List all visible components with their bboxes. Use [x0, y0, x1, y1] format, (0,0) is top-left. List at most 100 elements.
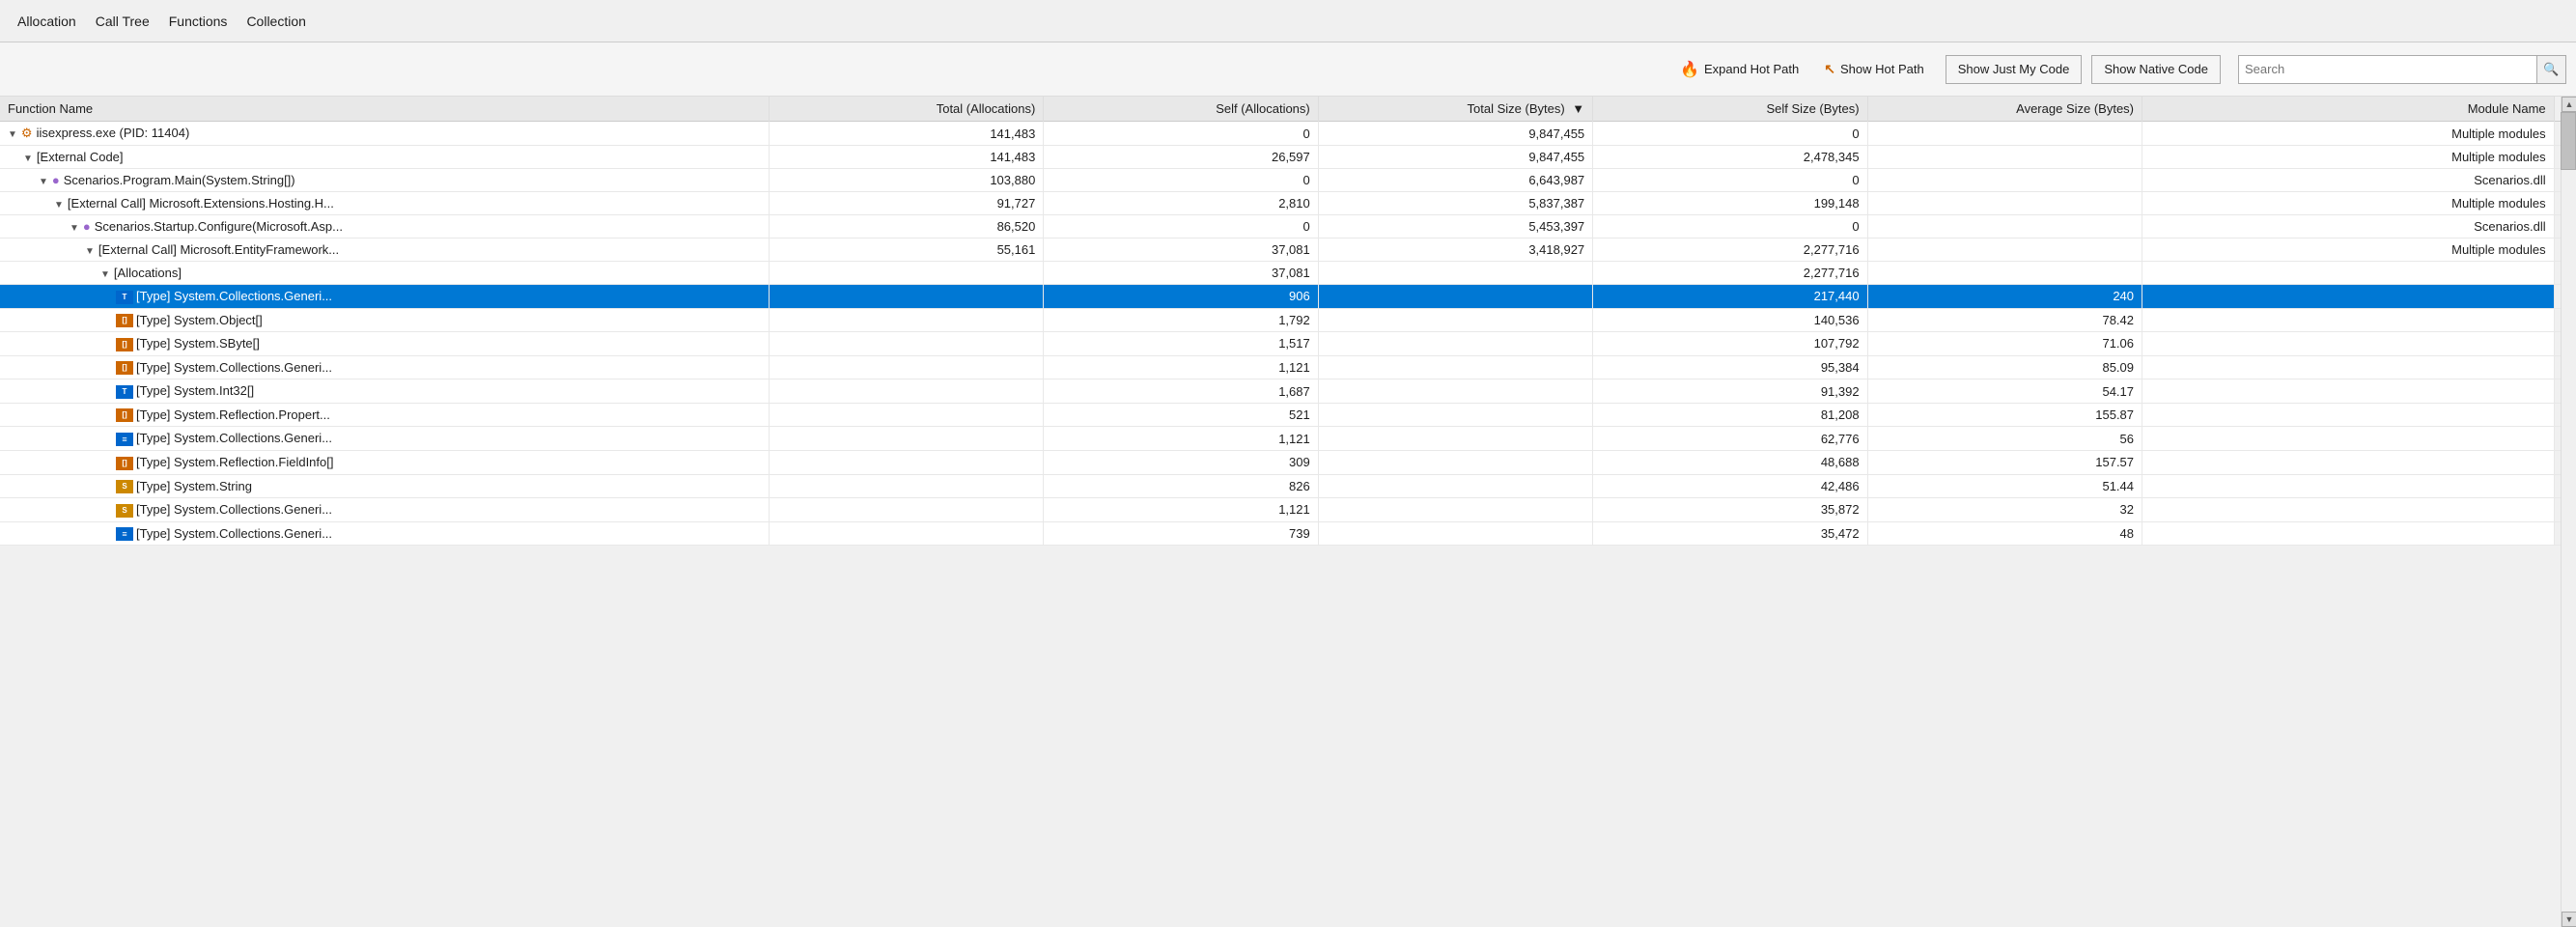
cell-total-size	[1318, 427, 1592, 451]
cell-self-alloc: 26,597	[1044, 146, 1318, 169]
fire-icon: 🔥	[1680, 60, 1699, 79]
cell-module	[2142, 450, 2555, 474]
cell-self-size: 2,277,716	[1593, 239, 1867, 262]
cell-function-name: ▼[External Call] Microsoft.EntityFramewo…	[0, 239, 769, 262]
table-row[interactable]: ▼[External Call] Microsoft.EntityFramewo…	[0, 239, 2576, 262]
cell-avg-size: 85.09	[1867, 355, 2142, 379]
cell-avg-size: 48	[1867, 521, 2142, 546]
table-row[interactable]: [][Type] System.Reflection.Propert... 52…	[0, 403, 2576, 427]
cell-total-size: 9,847,455	[1318, 122, 1592, 146]
nav-functions[interactable]: Functions	[159, 10, 238, 33]
table-row[interactable]: [][Type] System.Reflection.FieldInfo[] 3…	[0, 450, 2576, 474]
cell-total-size	[1318, 332, 1592, 356]
expand-hot-path-button[interactable]: 🔥 Expand Hot Path	[1676, 58, 1803, 81]
cell-self-alloc: 906	[1044, 285, 1318, 309]
cell-avg-size	[1867, 192, 2142, 215]
cell-self-alloc: 37,081	[1044, 239, 1318, 262]
cell-function-name: T[Type] System.Collections.Generi...	[0, 285, 769, 309]
vertical-scrollbar[interactable]: ▲ ▼	[2561, 97, 2576, 927]
cell-total-alloc	[769, 379, 1043, 404]
table-row[interactable]: T[Type] System.Collections.Generi... 906…	[0, 285, 2576, 309]
cell-total-alloc	[769, 262, 1043, 285]
cell-module: Multiple modules	[2142, 192, 2555, 215]
cell-module: Scenarios.dll	[2142, 169, 2555, 192]
table-row[interactable]: S[Type] System.String 826 42,486 51.44	[0, 474, 2576, 498]
toolbar: 🔥 Expand Hot Path ↖ Show Hot Path Show J…	[0, 42, 2576, 97]
cell-module	[2142, 355, 2555, 379]
search-input[interactable]	[2239, 60, 2536, 78]
col-avg-size[interactable]: Average Size (Bytes)	[1867, 97, 2142, 122]
show-native-code-button[interactable]: Show Native Code	[2091, 55, 2221, 84]
cell-self-alloc: 1,792	[1044, 308, 1318, 332]
cell-total-size	[1318, 521, 1592, 546]
cell-self-size: 48,688	[1593, 450, 1867, 474]
cell-self-size: 35,472	[1593, 521, 1867, 546]
table-row[interactable]: [][Type] System.Collections.Generi... 1,…	[0, 355, 2576, 379]
table-row[interactable]: ≡[Type] System.Collections.Generi... 739…	[0, 521, 2576, 546]
table-row[interactable]: ≡[Type] System.Collections.Generi... 1,1…	[0, 427, 2576, 451]
cell-module	[2142, 474, 2555, 498]
cell-self-alloc: 37,081	[1044, 262, 1318, 285]
cell-self-size: 107,792	[1593, 332, 1867, 356]
col-self-alloc[interactable]: Self (Allocations)	[1044, 97, 1318, 122]
cell-self-alloc: 0	[1044, 122, 1318, 146]
col-module-name[interactable]: Module Name	[2142, 97, 2555, 122]
table-row[interactable]: ▼[External Code] 141,483 26,597 9,847,45…	[0, 146, 2576, 169]
cell-function-name: T[Type] System.Int32[]	[0, 379, 769, 404]
table-row[interactable]: [][Type] System.SByte[] 1,517 107,792 71…	[0, 332, 2576, 356]
nav-allocation[interactable]: Allocation	[8, 10, 86, 33]
cell-module	[2142, 427, 2555, 451]
cell-avg-size	[1867, 146, 2142, 169]
table-row[interactable]: [][Type] System.Object[] 1,792 140,536 7…	[0, 308, 2576, 332]
cell-module	[2142, 308, 2555, 332]
table-row[interactable]: ▼⚙iisexpress.exe (PID: 11404) 141,483 0 …	[0, 122, 2576, 146]
cell-function-name: [][Type] System.Reflection.Propert...	[0, 403, 769, 427]
scrollbar-down-arrow[interactable]: ▼	[2562, 912, 2576, 927]
search-icon-button[interactable]: 🔍	[2536, 56, 2565, 83]
cell-self-alloc: 0	[1044, 169, 1318, 192]
cell-function-name: [][Type] System.Object[]	[0, 308, 769, 332]
cell-self-size: 140,536	[1593, 308, 1867, 332]
search-box: 🔍	[2238, 55, 2566, 84]
cell-self-size: 91,392	[1593, 379, 1867, 404]
col-total-alloc[interactable]: Total (Allocations)	[769, 97, 1043, 122]
col-function-name[interactable]: Function Name	[0, 97, 769, 122]
col-total-size[interactable]: Total Size (Bytes) ▼	[1318, 97, 1592, 122]
cell-total-size: 5,453,397	[1318, 215, 1592, 239]
cell-function-name: ▼●Scenarios.Startup.Configure(Microsoft.…	[0, 215, 769, 239]
table-row[interactable]: ▼●Scenarios.Startup.Configure(Microsoft.…	[0, 215, 2576, 239]
nav-collection[interactable]: Collection	[237, 10, 315, 33]
cell-total-alloc: 141,483	[769, 122, 1043, 146]
cell-self-size: 42,486	[1593, 474, 1867, 498]
expand-hot-path-label: Expand Hot Path	[1704, 62, 1799, 76]
cell-module	[2142, 521, 2555, 546]
cell-avg-size	[1867, 239, 2142, 262]
nav-call-tree[interactable]: Call Tree	[86, 10, 159, 33]
table-row[interactable]: ▼[Allocations] 37,081 2,277,716	[0, 262, 2576, 285]
cell-total-alloc	[769, 308, 1043, 332]
cell-module	[2142, 332, 2555, 356]
show-just-my-code-button[interactable]: Show Just My Code	[1946, 55, 2083, 84]
scrollbar-up-arrow[interactable]: ▲	[2562, 97, 2576, 112]
cell-self-size: 0	[1593, 215, 1867, 239]
cell-avg-size	[1867, 262, 2142, 285]
cell-self-alloc: 521	[1044, 403, 1318, 427]
table-row[interactable]: ▼[External Call] Microsoft.Extensions.Ho…	[0, 192, 2576, 215]
cell-avg-size: 157.57	[1867, 450, 2142, 474]
cell-avg-size: 32	[1867, 498, 2142, 522]
show-hot-path-button[interactable]: ↖ Show Hot Path	[1820, 59, 1927, 79]
cell-avg-size	[1867, 169, 2142, 192]
cell-total-size	[1318, 450, 1592, 474]
col-self-size[interactable]: Self Size (Bytes)	[1593, 97, 1867, 122]
cell-module	[2142, 498, 2555, 522]
cell-function-name: [][Type] System.SByte[]	[0, 332, 769, 356]
table-row[interactable]: T[Type] System.Int32[] 1,687 91,392 54.1…	[0, 379, 2576, 404]
scrollbar-thumb[interactable]	[2561, 112, 2576, 170]
cell-function-name: ▼[Allocations]	[0, 262, 769, 285]
cell-self-alloc: 826	[1044, 474, 1318, 498]
cell-function-name: ▼●Scenarios.Program.Main(System.String[]…	[0, 169, 769, 192]
cell-total-alloc: 103,880	[769, 169, 1043, 192]
table-row[interactable]: ▼●Scenarios.Program.Main(System.String[]…	[0, 169, 2576, 192]
cell-total-size	[1318, 285, 1592, 309]
table-row[interactable]: S[Type] System.Collections.Generi... 1,1…	[0, 498, 2576, 522]
